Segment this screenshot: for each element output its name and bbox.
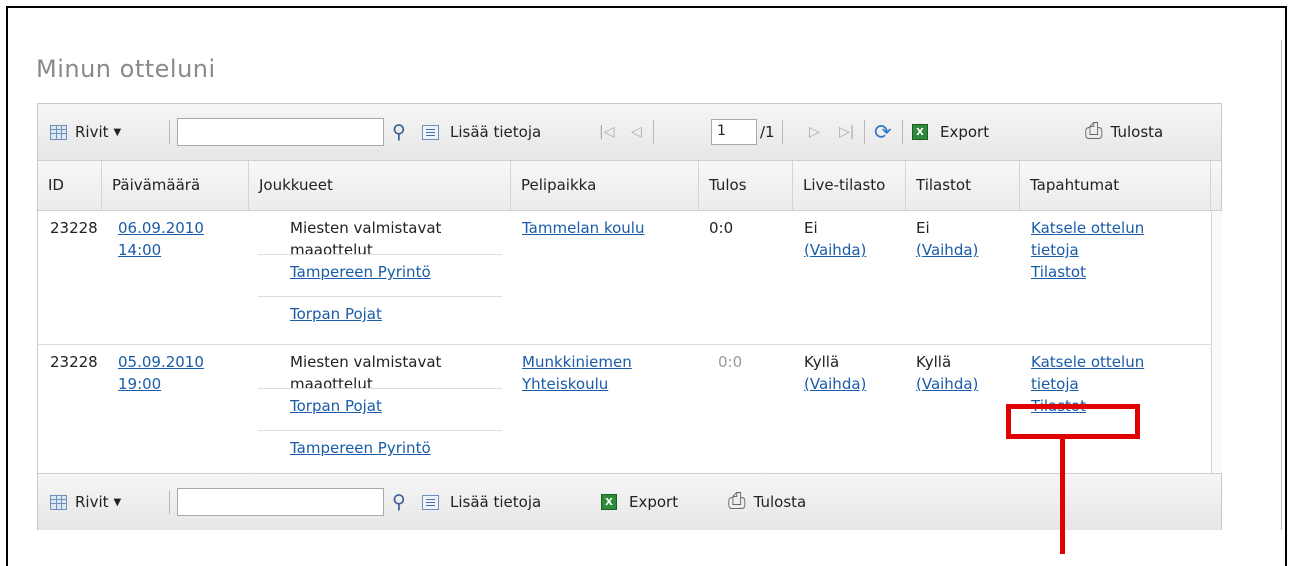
team-link[interactable]: Torpan Pojat (290, 305, 382, 323)
match-date-link[interactable]: 06.09.2010 (118, 217, 204, 239)
search-button[interactable]: ⚲ (392, 104, 406, 160)
details-icon (422, 124, 439, 140)
page-number-input[interactable]: 1 (711, 119, 757, 145)
team-row: Torpan Pojat (258, 296, 502, 339)
more-info-label: Lisää tietoja (450, 123, 542, 141)
match-date-link[interactable]: 05.09.2010 (118, 351, 204, 373)
live-status: Ei (804, 219, 818, 237)
live-change-link[interactable]: (Vaihda) (804, 239, 866, 261)
stats-status: Kyllä (916, 353, 952, 371)
grid-scrollbar[interactable] (1211, 211, 1222, 473)
view-match-link[interactable]: Katsele ottelun (1031, 351, 1144, 373)
search-input[interactable] (177, 488, 384, 516)
match-time-link[interactable]: 14:00 (118, 239, 204, 261)
rows-label: Rivit (75, 123, 109, 141)
column-header-live[interactable]: Live-tilasto (793, 161, 906, 210)
chevron-down-icon: ▼ (113, 496, 122, 508)
grid-toolbar-bottom: Rivit ▼ ⚲ Lisää tietoja X Export ⎙ Tulos… (38, 473, 1221, 530)
print-label: Tulosta (753, 493, 807, 511)
rows-menu-button[interactable]: Rivit ▼ (50, 474, 121, 530)
highlight-pointer (1060, 439, 1065, 554)
page-title: Minun otteluni (36, 55, 216, 83)
refresh-icon: ⟳ (874, 119, 892, 144)
excel-icon: X (601, 494, 617, 510)
export-label: Export (629, 493, 679, 511)
rows-label: Rivit (75, 493, 109, 511)
live-change-link[interactable]: (Vaihda) (804, 373, 866, 395)
series-line: Miesten valmistavat (290, 353, 442, 371)
printer-icon: ⎙ (1085, 119, 1103, 144)
matches-grid: Rivit ▼ ⚲ Lisää tietoja |◁ ◁ 1 /1 ▷ ▷| ⟳… (37, 103, 1222, 530)
grid-toolbar-top: Rivit ▼ ⚲ Lisää tietoja |◁ ◁ 1 /1 ▷ ▷| ⟳… (38, 104, 1221, 161)
team-row: Torpan Pojat (258, 388, 502, 431)
match-id: 23228 (50, 353, 98, 371)
last-page-button[interactable]: ▷| (839, 104, 854, 160)
column-header-events[interactable]: Tapahtumat (1020, 161, 1211, 210)
match-score: 0:0 (718, 353, 743, 371)
print-label: Tulosta (1110, 123, 1164, 141)
grid-header: ID Päivämäärä Joukkueet Pelipaikka Tulos… (38, 161, 1221, 211)
venue-link-cont[interactable]: Yhteiskoulu (522, 373, 632, 395)
first-page-button[interactable]: |◁ (599, 104, 614, 160)
highlight-box (1006, 404, 1140, 439)
team-row: Tampereen Pyrintö (258, 430, 502, 473)
first-page-icon: |◁ (599, 124, 615, 140)
last-page-icon: ▷| (839, 124, 855, 140)
team-link[interactable]: Tampereen Pyrintö (290, 439, 431, 457)
view-match-link-cont[interactable]: tietoja (1031, 373, 1144, 395)
team-link[interactable]: Torpan Pojat (290, 397, 382, 415)
rows-menu-button[interactable]: Rivit ▼ (50, 104, 121, 160)
right-divider (1281, 40, 1282, 530)
details-icon (422, 494, 439, 510)
column-header-venue[interactable]: Pelipaikka (511, 161, 699, 210)
chevron-down-icon: ▼ (113, 126, 122, 138)
more-info-button[interactable]: Lisää tietoja (422, 474, 541, 530)
search-input[interactable] (177, 118, 384, 146)
search-icon: ⚲ (392, 120, 406, 143)
export-label: Export (940, 123, 990, 141)
print-button[interactable]: ⎙ Tulosta (728, 474, 806, 530)
print-button[interactable]: ⎙ Tulosta (1085, 104, 1163, 160)
match-stats-link[interactable]: Tilastot (1031, 261, 1144, 283)
more-info-label: Lisää tietoja (450, 493, 542, 511)
export-button[interactable]: X Export (912, 104, 989, 160)
excel-icon: X (912, 124, 928, 140)
venue-link[interactable]: Tammelan koulu (522, 217, 644, 239)
live-status: Kyllä (804, 353, 840, 371)
stats-change-link[interactable]: (Vaihda) (916, 373, 978, 395)
prev-page-button[interactable]: ◁ (631, 104, 642, 160)
prev-page-icon: ◁ (631, 124, 642, 140)
search-button[interactable]: ⚲ (392, 474, 406, 530)
grid-icon (50, 494, 67, 510)
venue-link[interactable]: Munkkiniemen (522, 351, 632, 373)
column-header-date[interactable]: Päivämäärä (102, 161, 249, 210)
page-total: /1 (760, 123, 775, 141)
column-header-id[interactable]: ID (38, 161, 102, 210)
column-header-teams[interactable]: Joukkueet (249, 161, 511, 210)
stats-status: Ei (916, 219, 930, 237)
table-row: 23228 06.09.2010 14:00 Miesten valmistav… (38, 211, 1211, 345)
next-page-icon: ▷ (809, 124, 820, 140)
column-header-score[interactable]: Tulos (699, 161, 793, 210)
view-match-link[interactable]: Katsele ottelun (1031, 217, 1144, 239)
refresh-button[interactable]: ⟳ (874, 104, 892, 160)
export-button[interactable]: X Export (601, 474, 678, 530)
stats-change-link[interactable]: (Vaihda) (916, 239, 978, 261)
team-link[interactable]: Tampereen Pyrintö (290, 263, 431, 281)
team-row: Tampereen Pyrintö (258, 254, 502, 297)
view-match-link-cont[interactable]: tietoja (1031, 239, 1144, 261)
column-header-stats[interactable]: Tilastot (906, 161, 1020, 210)
match-score: 0:0 (709, 219, 734, 237)
match-id: 23228 (50, 219, 98, 237)
next-page-button[interactable]: ▷ (809, 104, 820, 160)
match-time-link[interactable]: 19:00 (118, 373, 204, 395)
printer-icon: ⎙ (728, 489, 746, 514)
series-line: Miesten valmistavat (290, 219, 442, 237)
more-info-button[interactable]: Lisää tietoja (422, 104, 541, 160)
grid-icon (50, 124, 67, 140)
search-icon: ⚲ (392, 490, 406, 513)
